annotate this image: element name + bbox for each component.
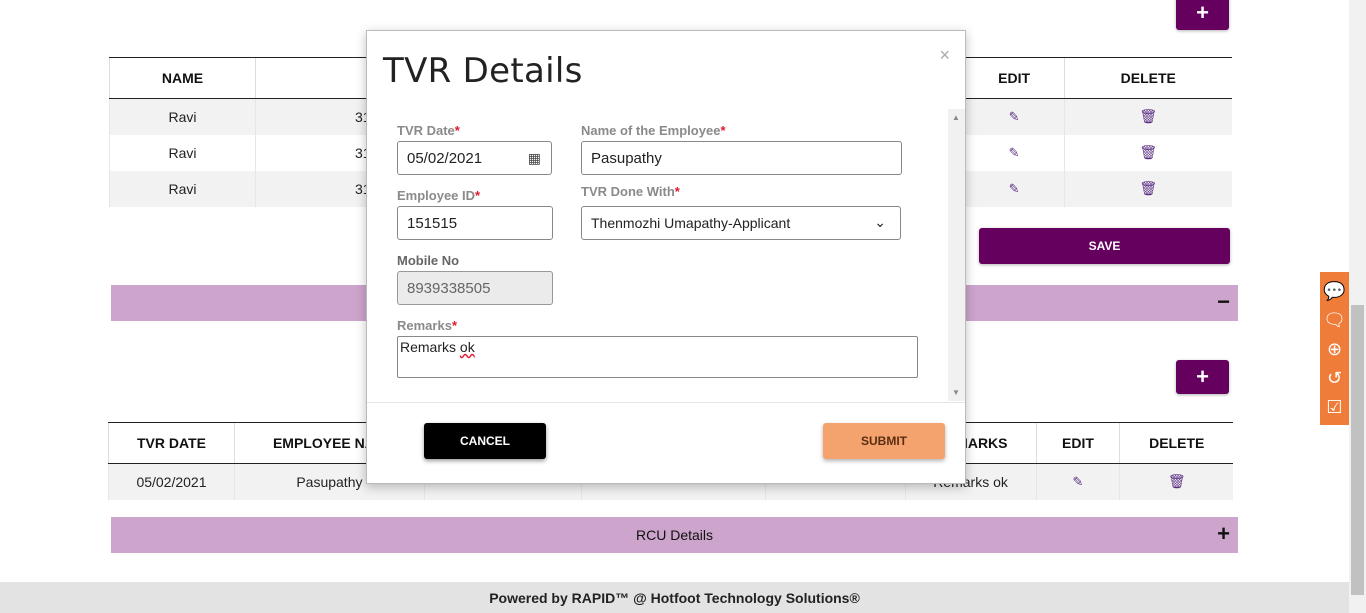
col-header-edit: EDIT (963, 57, 1065, 99)
history-icon[interactable]: ↺ (1327, 369, 1342, 387)
tvr-date-label: TVR Date* (397, 123, 460, 138)
cancel-button-label: CANCEL (460, 434, 510, 448)
trash-icon[interactable]: 🗑 (1139, 144, 1157, 160)
mobile-label: Mobile No (397, 253, 460, 268)
cancel-button[interactable]: CANCEL (424, 423, 546, 459)
remarks-textarea[interactable]: Remarks ok (397, 336, 918, 378)
remarks-label: Remarks* (397, 318, 457, 333)
cell-name: Ravi (109, 134, 256, 171)
submit-button-label: SUBMIT (861, 434, 907, 448)
tvr-date-label-text: TVR Date (397, 123, 455, 138)
scroll-up-icon[interactable]: ▲ (952, 113, 960, 122)
expand-icon[interactable]: + (1217, 521, 1230, 547)
modal-title: TVR Details (383, 51, 583, 91)
remarks-word-2: ok (459, 339, 475, 355)
trash-icon[interactable]: 🗑 (1139, 108, 1157, 124)
chat-icon[interactable]: 💬 (1323, 282, 1345, 300)
cell-name: Ravi (109, 98, 256, 135)
calendar-icon[interactable]: ▦ (528, 150, 541, 167)
required-mark: * (674, 184, 680, 199)
rcu-section-title: RCU Details (635, 527, 713, 543)
tvr-done-with-value: Thenmozhi Umapathy-Applicant (591, 215, 791, 231)
add-circle-icon[interactable]: ⊕ (1327, 340, 1342, 358)
tvr-date-input[interactable]: 05/02/2021 ▦ (397, 141, 552, 175)
tvr-done-with-select[interactable]: Thenmozhi Umapathy-Applicant ⌄ (581, 206, 901, 240)
required-mark: * (475, 188, 481, 203)
comment-icon[interactable]: 🗨 (1323, 311, 1346, 329)
tvr-done-with-label-text: TVR Done With (581, 184, 675, 199)
close-icon[interactable]: × (939, 45, 950, 66)
footer: Powered by RAPID™ @ Hotfoot Technology S… (0, 582, 1349, 613)
modal-scrollbar[interactable]: ▲ ▼ (948, 109, 965, 401)
employee-name-label: Name of the Employee* (581, 123, 726, 138)
plus-icon: + (1196, 0, 1209, 25)
required-mark: * (454, 123, 460, 138)
tvr-date-value: 05/02/2021 (407, 149, 483, 167)
edit-icon[interactable]: ✎ (1009, 109, 1020, 124)
tvr-details-modal: TVR Details × TVR Date* 05/02/2021 ▦ Nam… (366, 30, 966, 484)
mobile-input: 8939338505 (397, 271, 553, 305)
side-toolbar: 💬 🗨 ⊕ ↺ ☑ (1320, 272, 1349, 425)
employee-id-input[interactable]: 151515 (397, 206, 553, 240)
employee-name-label-text: Name of the Employee (581, 123, 721, 138)
cell-name: Ravi (109, 170, 256, 207)
plus-icon: + (1196, 364, 1209, 389)
employee-id-value: 151515 (407, 214, 458, 232)
remarks-label-text: Remarks (397, 318, 452, 333)
rcu-section-bar[interactable]: RCU Details + (111, 517, 1238, 553)
submit-button[interactable]: SUBMIT (823, 423, 945, 459)
employee-id-label-text: Employee ID (397, 188, 476, 203)
edit-icon[interactable]: ✎ (1009, 181, 1020, 196)
tvr-done-with-label: TVR Done With* (581, 184, 680, 199)
edit-icon[interactable]: ✎ (1073, 474, 1084, 489)
checkbox-icon[interactable]: ☑ (1326, 398, 1342, 416)
employee-name-value: Pasupathy (591, 149, 662, 167)
col-header-delete: DELETE (1119, 422, 1233, 464)
col-header-edit: EDIT (1035, 422, 1120, 464)
trash-icon[interactable]: 🗑 (1168, 473, 1186, 489)
modal-body: TVR Date* 05/02/2021 ▦ Name of the Emplo… (367, 109, 965, 401)
col-header-name: NAME (109, 57, 256, 99)
edit-icon[interactable]: ✎ (1009, 145, 1020, 160)
collapse-icon[interactable]: − (1217, 289, 1230, 315)
col-header-tvr-date: TVR DATE (108, 422, 235, 464)
required-mark: * (720, 123, 726, 138)
save-button[interactable]: SAVE (979, 228, 1230, 264)
chevron-down-icon: ⌄ (874, 214, 886, 230)
remarks-word-1: Remarks (400, 339, 457, 355)
employee-id-label: Employee ID* (397, 188, 480, 203)
save-button-label: SAVE (1088, 239, 1121, 253)
scrollbar-thumb[interactable] (1351, 305, 1364, 595)
scroll-down-icon[interactable]: ▼ (952, 388, 960, 397)
employee-name-input[interactable]: Pasupathy (581, 141, 902, 175)
add-tvr-button[interactable]: + (1176, 360, 1229, 394)
mobile-value: 8939338505 (407, 279, 491, 297)
trash-icon[interactable]: 🗑 (1139, 180, 1157, 196)
cell-tvr-date: 05/02/2021 (108, 463, 235, 500)
col-header-delete: DELETE (1063, 57, 1232, 99)
modal-divider (367, 402, 965, 403)
page-scrollbar[interactable] (1349, 0, 1366, 613)
footer-text: Powered by RAPID™ @ Hotfoot Technology S… (489, 589, 860, 606)
required-mark: * (451, 318, 457, 333)
add-top-button[interactable]: + (1176, 0, 1229, 30)
